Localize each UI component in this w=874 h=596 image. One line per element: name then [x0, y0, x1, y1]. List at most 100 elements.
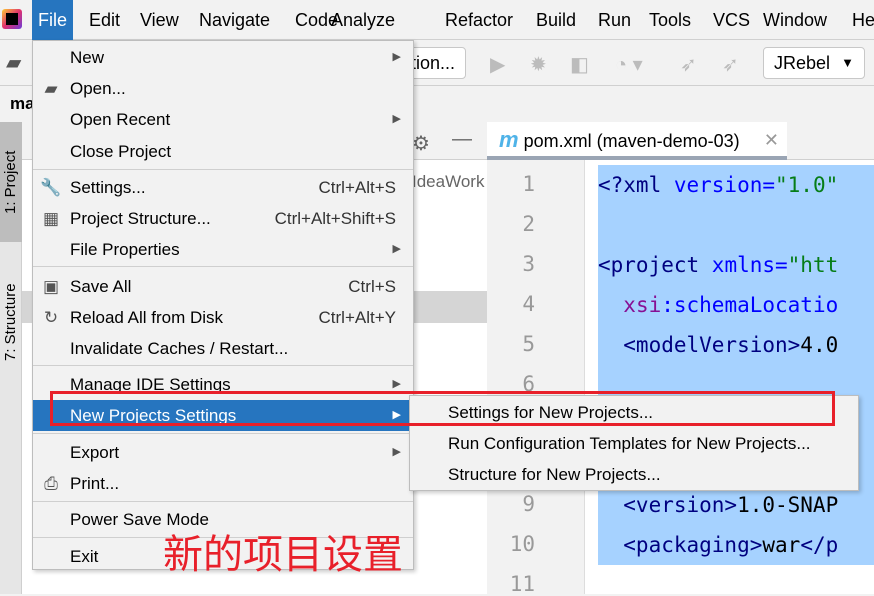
jrebel-select[interactable]: JRebel ▼: [763, 47, 865, 79]
code-token: 1.0-SNAP: [737, 493, 839, 517]
code-token: 4.0: [800, 333, 839, 357]
menu-edit[interactable]: Edit: [83, 0, 126, 40]
menu-item-export[interactable]: Export ▶: [33, 437, 413, 468]
print-icon: ⎙: [44, 474, 58, 493]
highlight-box: [50, 391, 835, 426]
line-number: 3: [522, 252, 535, 276]
menu-vcs[interactable]: VCS: [707, 0, 756, 40]
menu-bar: File Edit View Navigate Code Analyze Refactor B…: [0, 0, 874, 40]
run-icon[interactable]: ▶: [490, 52, 505, 77]
project-title: ma: [10, 94, 35, 113]
menu-run[interactable]: Run: [592, 0, 637, 40]
menu-file[interactable]: File: [32, 0, 74, 40]
code-token: :schemaLocatio: [661, 293, 839, 317]
menu-item-label: New: [70, 48, 105, 67]
profile-icon[interactable]: ◔ ▾: [615, 52, 643, 77]
reload-icon: ↻: [43, 308, 59, 327]
code-token: </p: [800, 533, 839, 557]
menu-item-print[interactable]: ⎙ Print...: [33, 468, 413, 499]
line-number: 4: [522, 292, 535, 316]
code-line: <?xml version="1.0": [598, 165, 874, 205]
submenu-item[interactable]: Run Configuration Templates for New Proj…: [448, 428, 811, 459]
menu-item-invalidate-caches-restart[interactable]: Invalidate Caches / Restart...: [33, 333, 413, 364]
menu-item-label: Exit: [70, 547, 99, 566]
project-tool-tab[interactable]: 1: Project: [0, 122, 22, 242]
menu-item-open-recent[interactable]: Open Recent ▶: [33, 104, 413, 135]
menu-tools[interactable]: Tools: [643, 0, 697, 40]
code-line: <packaging>war</p: [598, 525, 874, 565]
jrebel-debug-icon[interactable]: ➶: [722, 52, 739, 77]
menu-view[interactable]: View: [134, 0, 185, 40]
menu-navigate[interactable]: Navigate: [193, 0, 276, 40]
shortcut-label: Ctrl+S: [348, 277, 396, 296]
code-line: <version>1.0-SNAP: [598, 485, 874, 525]
menu-item-label: Close Project: [70, 142, 172, 161]
code-token: <version>: [598, 493, 738, 517]
shortcut-label: Ctrl+Alt+Y: [318, 308, 396, 327]
chevron-down-icon: ▼: [841, 55, 854, 70]
menu-separator: [33, 365, 413, 366]
editor-tab-pom[interactable]: m pom.xml (maven-demo-03) ✕: [487, 122, 787, 160]
structure-tool-tab[interactable]: 7: Structure: [0, 262, 22, 382]
code-token: war: [762, 533, 801, 557]
menu-item-reload-all-from-disk[interactable]: ↻ Reload All from Disk Ctrl+Alt+Y: [33, 302, 413, 333]
code-line: <modelVersion>4.0: [598, 325, 874, 365]
menu-item-label: Export: [70, 443, 120, 462]
code-line: <project xmlns="htt: [598, 245, 874, 285]
menu-analyze[interactable]: Analyze: [325, 0, 401, 40]
shortcut-label: Ctrl+Alt+S: [318, 178, 396, 197]
close-icon[interactable]: ✕: [764, 122, 779, 158]
menu-item-label: Open...: [70, 79, 126, 98]
menu-item-label: Open Recent: [70, 110, 171, 129]
code-token: version=: [673, 173, 776, 197]
menu-item-label: Print...: [70, 474, 120, 493]
line-number: 1: [522, 172, 535, 196]
code-token: <modelVersion>: [598, 333, 801, 357]
menu-item-label: Save All: [70, 277, 132, 296]
left-tool-stripe: 1: Project 7: Structure: [0, 122, 22, 594]
folder-icon: ▰: [44, 79, 58, 98]
menu-window[interactable]: Window: [757, 0, 833, 40]
menu-item-save-all[interactable]: ▣ Save All Ctrl+S: [33, 271, 413, 302]
line-number: 2: [522, 212, 535, 236]
menu-item-label: Reload All from Disk: [70, 308, 224, 327]
code-token: "htt: [787, 253, 839, 277]
code-token: xsi: [623, 293, 662, 317]
code-line: xsi:schemaLocatio: [598, 285, 874, 325]
menu-item-settings[interactable]: 🔧 Settings... Ctrl+Alt+S: [33, 172, 413, 203]
menu-item-new[interactable]: New ▶: [33, 42, 413, 73]
jrebel-label: JRebel: [774, 53, 831, 73]
submenu-item[interactable]: Structure for New Projects...: [448, 459, 661, 490]
tab-label: pom.xml (maven-demo-03): [523, 131, 740, 151]
wrench-icon: 🔧: [40, 178, 62, 197]
line-number: 9: [522, 492, 535, 516]
gear-icon[interactable]: ⚙: [412, 131, 430, 156]
menu-build[interactable]: Build: [530, 0, 582, 40]
menu-item-project-structure[interactable]: ▦ Project Structure... Ctrl+Alt+Shift+S: [33, 203, 413, 234]
line-number: 11: [509, 572, 535, 596]
shortcut-label: Ctrl+Alt+Shift+S: [274, 209, 396, 228]
line-number: 5: [522, 332, 535, 356]
project-path: IdeaWork: [412, 172, 485, 191]
open-folder-icon[interactable]: ▰: [6, 50, 21, 75]
minimize-icon[interactable]: —: [452, 128, 472, 151]
code-token: <?xml: [598, 173, 674, 197]
submenu-arrow-icon: ▶: [392, 113, 401, 125]
menu-item-open[interactable]: ▰ Open...: [33, 73, 413, 104]
menu-item-close-project[interactable]: Close Project: [33, 136, 413, 167]
coverage-icon[interactable]: ◧: [570, 52, 589, 77]
menu-item-label: Project Structure...: [70, 209, 211, 228]
code-token: <project: [598, 253, 712, 277]
jrebel-run-icon[interactable]: ➶: [680, 52, 697, 77]
menu-he[interactable]: He: [846, 0, 874, 40]
menu-item-label: Settings...: [70, 178, 146, 197]
menu-item-file-properties[interactable]: File Properties ▶: [33, 234, 413, 265]
menu-separator: [33, 433, 413, 434]
file-menu: New ▶ ▰ Open... Open Recent ▶ Close Project 🔧 Se…: [32, 40, 414, 570]
debug-icon[interactable]: ✹: [530, 52, 547, 77]
code-line: [598, 205, 874, 245]
submenu-arrow-icon: ▶: [392, 446, 401, 458]
menu-refactor[interactable]: Refactor: [439, 0, 519, 40]
project-structure-icon: ▦: [42, 209, 60, 228]
